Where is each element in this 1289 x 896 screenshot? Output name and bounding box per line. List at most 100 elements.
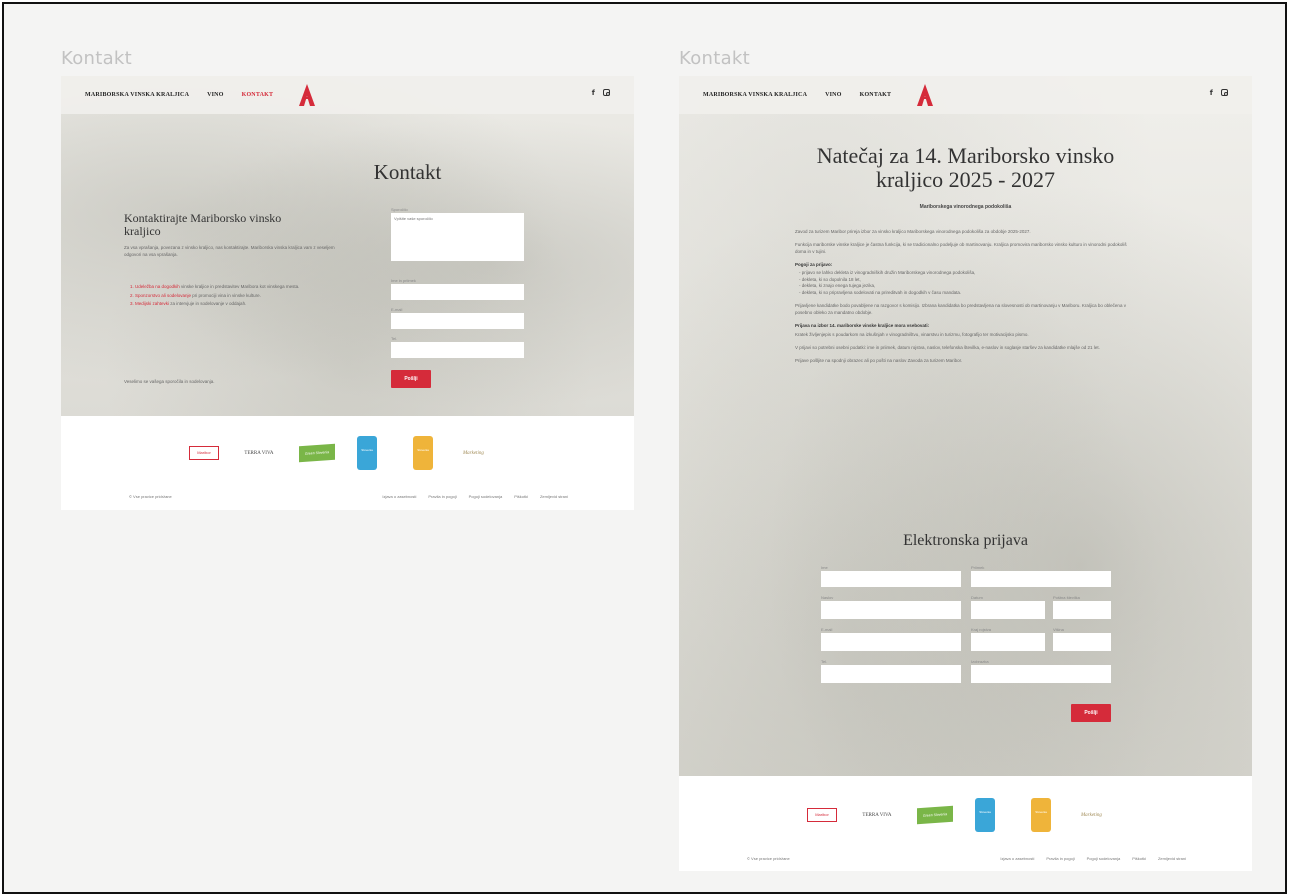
first-name-label: Ime <box>821 565 828 570</box>
education-input[interactable] <box>971 665 1111 683</box>
message-label: Sporočilo <box>391 207 408 212</box>
crown-logo-icon[interactable] <box>299 84 316 106</box>
contact-form: Sporočilo Ime in priimek E-mail Tel. Poš… <box>391 206 524 388</box>
nav-brand-link[interactable]: MARIBORSKA VINSKA KRALJICA <box>703 92 807 98</box>
crown-logo-icon[interactable] <box>917 84 934 106</box>
list-item: - dekleta, ki so pripravljena sodelovati… <box>799 289 962 295</box>
copyright-text: © Vse pravice pridržane <box>747 856 790 861</box>
role-paragraph: Funkcija mariborske vinske kraljice je č… <box>795 242 1127 254</box>
page-title: Kontakt <box>373 160 442 184</box>
first-name-input[interactable] <box>821 571 961 587</box>
sponsor-badge-blue[interactable]: Slovenia <box>357 436 377 470</box>
sponsor-logo-green-slovenia[interactable]: Green Slovenia <box>299 443 335 463</box>
instagram-icon[interactable] <box>1221 89 1228 96</box>
phone-input[interactable] <box>821 665 961 683</box>
sponsor-logos: Maribor TERRA VIVA Green Slovenia Sloven… <box>807 798 1121 832</box>
nav-contact-link[interactable]: KONTAKT <box>860 92 892 98</box>
page-subtitle: Mariborskega vinorodnega podokoliša <box>919 204 1012 210</box>
list-item-highlight[interactable]: 3. Medijski zahtevki <box>130 301 169 306</box>
footer: Maribor TERRA VIVA Green Slovenia Sloven… <box>61 416 634 510</box>
top-navigation: MARIBORSKA VINSKA KRALJICA VINO KONTAKT … <box>679 76 1252 114</box>
footer-link-terms[interactable]: Pravila in pogoji <box>1046 856 1074 861</box>
sponsor-badge-yellow[interactable]: Slovenia <box>1031 798 1051 832</box>
footer-link-privacy[interactable]: Izjava o zasebnosti <box>382 494 416 499</box>
submission-paragraph: Prijave pošljite na spodnji obrazec ali … <box>795 358 963 363</box>
sponsor-logos: Maribor TERRA VIVA Green Slovenia Sloven… <box>189 436 503 470</box>
email-input[interactable] <box>391 313 524 329</box>
address-input[interactable] <box>821 601 961 619</box>
name-label: Ime in priimek <box>391 278 416 283</box>
intro-paragraph: Zavod za turizem Maribor prireja izbor z… <box>795 229 1031 234</box>
sponsor-logo-marketing[interactable]: Marketing <box>463 451 503 456</box>
application-form: Ime Priimek Naslov Datum Poštna številka… <box>821 564 1111 714</box>
sponsor-logo-marketing[interactable]: Marketing <box>1081 813 1121 818</box>
last-name-label: Priimek <box>971 565 985 570</box>
footer-link-terms[interactable]: Pravila in pogoji <box>428 494 456 499</box>
date-label: Datum <box>971 595 983 600</box>
birthplace-input[interactable] <box>971 633 1045 651</box>
height-input[interactable] <box>1053 633 1111 651</box>
sponsor-logo-maribor[interactable]: Maribor <box>807 808 837 822</box>
name-input[interactable] <box>391 284 524 300</box>
selection-paragraph: Prijavljene kandidatke bodo povabljene n… <box>795 303 1126 315</box>
submit-button[interactable]: Pošlji <box>391 370 431 388</box>
sponsor-badge-yellow[interactable]: Slovenia <box>413 436 433 470</box>
postal-code-label: Poštna številka <box>1053 595 1080 600</box>
sponsor-badge-blue[interactable]: Slovenia <box>975 798 995 832</box>
footer-links: Izjava o zasebnosti Pravila in pogoji Po… <box>370 494 568 499</box>
form-title: Elektronska prijava <box>903 532 1028 549</box>
date-input[interactable] <box>971 601 1045 619</box>
submit-button[interactable]: Pošlji <box>1071 704 1111 722</box>
contact-footnote: Veselimo se vašega sporočila in sodelova… <box>124 379 215 384</box>
page-title: Natečaj za 14. Mariborsko vinsko kraljic… <box>816 143 1115 192</box>
list-item: 3. Medijski zahtevki za intervjuje in so… <box>130 301 344 308</box>
conditions-list: - prijavo se lahko dekleta iz vinogradni… <box>795 270 1132 296</box>
requirements-paragraph: Kratek življenjepis s poudarkom na izkuš… <box>795 332 1029 337</box>
nav-brand-link[interactable]: MARIBORSKA VINSKA KRALJICA <box>85 92 189 98</box>
facebook-icon[interactable]: f <box>1210 89 1213 97</box>
nav-wine-link[interactable]: VINO <box>207 92 223 98</box>
address-label: Naslov <box>821 595 834 600</box>
last-name-input[interactable] <box>971 571 1111 587</box>
nav-contact-link[interactable]: KONTAKT <box>242 92 274 98</box>
instagram-icon[interactable] <box>603 89 610 96</box>
email-label: E-mail <box>821 627 833 632</box>
sponsor-logo-maribor[interactable]: Maribor <box>189 446 219 460</box>
list-item-highlight[interactable]: 2. Sponzorstvo ali sodelovanje <box>130 293 191 298</box>
contact-page-artboard: MARIBORSKA VINSKA KRALJICA VINO KONTAKT … <box>61 76 634 510</box>
phone-input[interactable] <box>391 342 524 358</box>
sponsor-logo-terra-viva[interactable]: TERRA VIVA <box>237 451 281 456</box>
facebook-icon[interactable]: f <box>592 89 595 97</box>
list-item-text: pri promociji vina in vinske kulture. <box>191 292 261 298</box>
footer-link-conditions[interactable]: Pogoji sodelovanja <box>469 494 503 499</box>
contact-reasons-list: 1. Udeležba na dogodkih vinske kraljice … <box>130 284 344 310</box>
competition-page-artboard: MARIBORSKA VINSKA KRALJICA VINO KONTAKT … <box>679 76 1252 871</box>
footer-link-sitemap[interactable]: Zemljevid strani <box>540 494 568 499</box>
email-label: E-mail <box>391 307 403 312</box>
contact-heading: Kontaktirajte Mariborsko vinsko kraljico <box>124 211 282 238</box>
footer-link-privacy[interactable]: Izjava o zasebnosti <box>1000 856 1034 861</box>
phone-label: Tel. <box>391 336 398 341</box>
social-links: f <box>1210 89 1228 97</box>
sponsor-logo-green-slovenia[interactable]: Green Slovenia <box>917 805 953 825</box>
footer-link-sitemap[interactable]: Zemljevid strani <box>1158 856 1186 861</box>
email-input[interactable] <box>821 633 961 651</box>
list-item-text: vinske kraljice in predstavitev Maribora… <box>179 284 300 289</box>
contact-intro: Za vsa vprašanja, povezana z vinsko kral… <box>124 245 335 257</box>
footer-copyright: © Vse pravice pridržane <box>747 856 790 861</box>
artboard-label-left: Kontakt <box>61 48 132 69</box>
sponsor-logo-terra-viva[interactable]: TERRA VIVA <box>855 813 899 818</box>
footer-link-cookies[interactable]: Piškotki <box>1132 856 1146 861</box>
footer-link-cookies[interactable]: Piškotki <box>514 494 528 499</box>
competition-body: Zavod za turizem Maribor prireja izbor z… <box>795 228 1132 364</box>
postal-code-input[interactable] <box>1053 601 1111 619</box>
height-label: Višina <box>1053 627 1064 632</box>
education-label: Izobrazba <box>971 659 989 664</box>
top-navigation: MARIBORSKA VINSKA KRALJICA VINO KONTAKT … <box>61 76 634 114</box>
conditions-heading: Pogoji za prijavo: <box>795 262 833 267</box>
nav-wine-link[interactable]: VINO <box>825 92 841 98</box>
list-item-highlight[interactable]: 1. Udeležba na dogodkih <box>130 284 180 289</box>
list-item: 2. Sponzorstvo ali sodelovanje pri promo… <box>130 293 344 300</box>
footer-link-conditions[interactable]: Pogoji sodelovanja <box>1087 856 1121 861</box>
message-textarea[interactable] <box>391 213 524 261</box>
